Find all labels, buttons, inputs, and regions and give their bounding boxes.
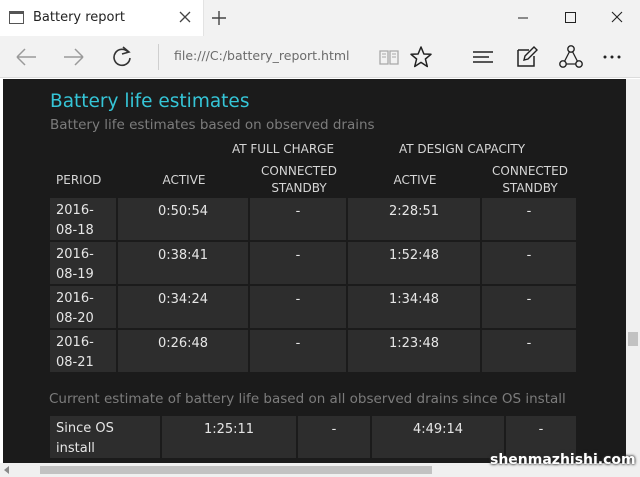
period-line2: 08-18 bbox=[56, 223, 94, 238]
forward-arrow-icon[interactable] bbox=[60, 43, 88, 71]
table-cell-standby-design: - bbox=[482, 330, 576, 372]
table-cell-standby-full: - bbox=[250, 330, 346, 372]
browser-tab[interactable]: Battery report bbox=[0, 0, 204, 36]
table-cell-active-full: 0:38:41 bbox=[118, 242, 248, 284]
table-cell-period: 2016- 08-20 bbox=[50, 286, 116, 328]
period-line1: 2016- bbox=[56, 203, 94, 218]
table-cell-standby-full: - bbox=[250, 286, 346, 328]
header-active-full: ACTIVE bbox=[162, 173, 206, 187]
page-viewport: Battery life estimates Battery life esti… bbox=[0, 79, 626, 463]
web-note-icon[interactable] bbox=[513, 43, 541, 71]
period-line1: 2016- bbox=[56, 291, 94, 306]
address-bar[interactable]: file:///C:/battery_report.html bbox=[174, 48, 350, 63]
minimize-icon[interactable] bbox=[500, 0, 546, 36]
section-title: Battery life estimates bbox=[50, 91, 250, 112]
table-cell-active-full: 0:34:24 bbox=[118, 286, 248, 328]
vertical-scroll-thumb[interactable] bbox=[628, 332, 638, 346]
header-connected-standby-design-line2: STANDBY bbox=[502, 181, 558, 195]
reading-view-icon[interactable] bbox=[375, 43, 403, 71]
refresh-icon[interactable] bbox=[108, 43, 136, 71]
table-cell-standby-full: - bbox=[250, 242, 346, 284]
table-cell-period: 2016- 08-18 bbox=[50, 198, 116, 240]
tab-title: Battery report bbox=[33, 10, 125, 25]
header-connected-standby-full: CONNECTED STANDBY bbox=[250, 163, 348, 197]
plus-icon[interactable] bbox=[208, 7, 230, 29]
header-connected-standby-full-line2: STANDBY bbox=[271, 181, 327, 195]
current-estimate-caption: Current estimate of battery life based o… bbox=[49, 391, 566, 407]
scroll-left-arrow-icon[interactable] bbox=[3, 466, 11, 474]
maximize-icon[interactable] bbox=[546, 0, 592, 36]
navigation-bar: file:///C:/battery_report.html bbox=[0, 36, 640, 78]
table-cell-active-design: 2:28:51 bbox=[348, 198, 480, 240]
since-line2: install bbox=[56, 441, 95, 456]
window-close-icon[interactable] bbox=[594, 0, 640, 36]
share-icon[interactable] bbox=[557, 43, 585, 71]
header-at-design-capacity: AT DESIGN CAPACITY bbox=[398, 142, 526, 156]
period-line2: 08-19 bbox=[56, 267, 94, 282]
table-cell-period: 2016- 08-19 bbox=[50, 242, 116, 284]
header-at-full-charge: AT FULL CHARGE bbox=[231, 142, 335, 156]
horizontal-scroll-thumb[interactable] bbox=[40, 466, 432, 474]
table-cell-standby-full: - bbox=[250, 198, 346, 240]
table-cell-period: Since OS install bbox=[50, 416, 160, 458]
table-cell-period: 2016- 08-21 bbox=[50, 330, 116, 372]
watermark: shenmazhishi.com bbox=[490, 452, 636, 468]
period-line1: 2016- bbox=[56, 335, 94, 350]
since-line1: Since OS bbox=[56, 421, 114, 436]
hub-icon[interactable] bbox=[469, 43, 497, 71]
star-icon[interactable] bbox=[407, 43, 435, 71]
header-connected-standby-design: CONNECTED STANDBY bbox=[482, 163, 578, 197]
table-cell-active-design: 4:49:14 bbox=[372, 416, 504, 458]
period-line1: 2016- bbox=[56, 247, 94, 262]
header-connected-standby-design-line1: CONNECTED bbox=[492, 164, 568, 178]
title-bar: Battery report bbox=[0, 0, 640, 36]
table-cell-active-full: 0:50:54 bbox=[118, 198, 248, 240]
table-cell-standby-design: - bbox=[482, 286, 576, 328]
section-subtitle: Battery life estimates based on observed… bbox=[50, 117, 375, 133]
header-connected-standby-full-line1: CONNECTED bbox=[261, 164, 337, 178]
period-line2: 08-21 bbox=[56, 355, 94, 370]
table-cell-standby-design: - bbox=[482, 198, 576, 240]
header-active-design: ACTIVE bbox=[393, 173, 437, 187]
battery-report-page: Battery life estimates Battery life esti… bbox=[3, 79, 626, 463]
header-period: PERIOD bbox=[56, 173, 102, 187]
table-cell-active-design: 1:34:48 bbox=[348, 286, 480, 328]
table-cell-standby-full: - bbox=[298, 416, 370, 458]
close-icon[interactable] bbox=[176, 8, 194, 26]
table-cell-active-design: 1:52:48 bbox=[348, 242, 480, 284]
table-cell-active-full: 0:26:48 bbox=[118, 330, 248, 372]
table-cell-standby-design: - bbox=[482, 242, 576, 284]
address-divider bbox=[158, 44, 159, 70]
period-line2: 08-20 bbox=[56, 311, 94, 326]
page-icon bbox=[9, 11, 24, 24]
table-cell-active-design: 1:23:48 bbox=[348, 330, 480, 372]
table-cell-active-full: 1:25:11 bbox=[162, 416, 296, 458]
back-arrow-icon[interactable] bbox=[12, 43, 40, 71]
vertical-scrollbar[interactable] bbox=[626, 79, 640, 463]
more-icon[interactable] bbox=[598, 43, 626, 71]
